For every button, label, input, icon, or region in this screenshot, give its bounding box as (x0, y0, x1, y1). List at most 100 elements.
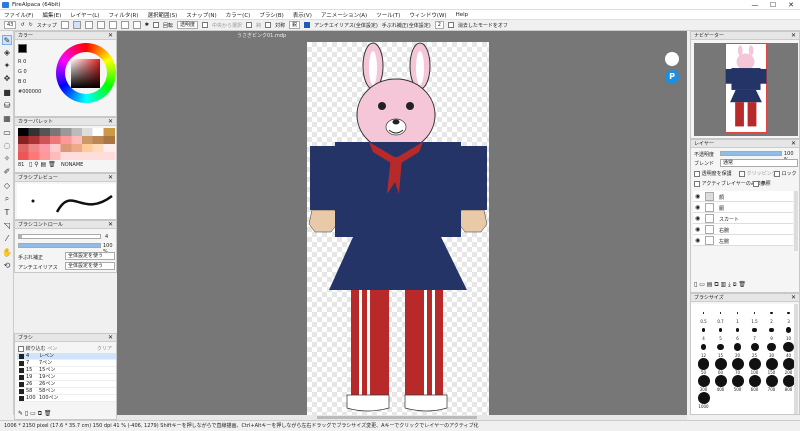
brush-size-dot[interactable] (697, 392, 710, 404)
menu-snap[interactable]: スナップ(N) (186, 11, 216, 19)
primary-color-swatch[interactable] (18, 44, 27, 53)
rotate-right-icon[interactable]: ↻ (29, 22, 33, 28)
list-item[interactable]: 26 26ペン (17, 381, 116, 388)
maximize-button[interactable]: ☐ (764, 0, 782, 10)
list-item[interactable]: 100 100ペン (17, 395, 116, 402)
filter-check[interactable] (18, 345, 24, 352)
document-canvas[interactable] (307, 42, 489, 415)
opacity-dropdown[interactable]: 透明度 (177, 21, 199, 29)
brush-size-dot[interactable] (785, 327, 792, 333)
brush-size-dot[interactable] (714, 375, 727, 387)
gradient-tool-icon[interactable]: ▦ (2, 114, 12, 124)
menu-select[interactable]: 選択範囲(S) (147, 11, 177, 19)
brush-size-dot[interactable] (770, 311, 773, 315)
brush-size-scrollbar[interactable] (794, 304, 798, 414)
menu-window[interactable]: ウィンドウ(W) (409, 11, 446, 19)
text-tool-icon[interactable]: T (2, 208, 12, 218)
brush-size-dot[interactable] (765, 375, 778, 387)
close-icon[interactable]: ✕ (791, 32, 796, 40)
layer-actions-icon[interactable]: ▯ ▭ ▤ ⧉ ▥ ⤓ ⧈ 🗑 (694, 281, 746, 289)
palette-swatches[interactable] (18, 128, 115, 160)
brush-size-dot[interactable] (697, 375, 710, 387)
brush-size-dot[interactable] (750, 343, 759, 351)
protect-alpha-check[interactable] (694, 170, 700, 177)
magic-wand-icon[interactable]: ✧ (2, 154, 12, 164)
close-icon[interactable]: ✕ (791, 140, 796, 148)
brush-size-dot[interactable] (702, 312, 705, 314)
layer-row[interactable]: ◉ 右腕 (693, 224, 793, 235)
layer-opacity-slider[interactable] (720, 151, 782, 156)
list-item[interactable]: 19 19ペン (17, 374, 116, 381)
snap-off-icon[interactable] (60, 21, 69, 29)
menu-help[interactable]: Help (456, 12, 469, 18)
mirror-check[interactable] (447, 22, 454, 28)
canvas-area[interactable]: うさぎピンク01.mdp P (117, 31, 687, 415)
stabilizer-dropdown[interactable]: 2 (434, 21, 444, 29)
eraser-tool-icon[interactable]: ◈ (2, 48, 12, 58)
move-tool-icon[interactable]: ✥ (2, 74, 12, 84)
close-icon[interactable]: ✕ (791, 294, 796, 302)
layer-row[interactable]: ◉ 左腕 (693, 235, 793, 246)
brush-size-dot[interactable] (697, 358, 710, 370)
rotate-tool-icon[interactable]: ⟲ (2, 261, 12, 271)
brush-actions-icon[interactable]: ✎ ▯ ▭ ⧉ 🗑 (18, 410, 52, 418)
brush-size-dot[interactable] (733, 343, 742, 351)
select-tool-icon[interactable]: ▭ (2, 128, 12, 138)
symmetry-dropdown[interactable]: 鋭 (289, 21, 301, 29)
menu-tools[interactable]: ツール(T) (376, 11, 400, 19)
brush-size-dot[interactable] (769, 327, 774, 333)
menu-view[interactable]: 表示(V) (293, 11, 312, 19)
symmetry-check[interactable] (265, 22, 272, 28)
share-icon[interactable]: P (665, 70, 679, 84)
snap-settings-icon[interactable]: ✱ (145, 22, 149, 28)
bucket-tool-icon[interactable]: ⛁ (2, 101, 12, 111)
close-button[interactable]: ✕ (782, 0, 800, 10)
brush-size-dot[interactable] (782, 358, 795, 370)
minimize-button[interactable]: — (746, 0, 764, 10)
close-icon[interactable]: ✕ (108, 334, 113, 342)
layer-row[interactable]: ◉ スカート (693, 213, 793, 224)
select-eraser-icon[interactable]: ◇ (2, 181, 12, 191)
brush-size-grid[interactable]: 0.5 0.7 1 1.5 2 3 4 5 6 7 9 10 12 15 20 25 30 40 50 60 70 100… (691, 304, 795, 414)
menu-file[interactable]: ファイル(F) (4, 11, 33, 19)
layer-scrollbar[interactable] (794, 191, 798, 251)
brush-opacity-slider[interactable] (18, 243, 101, 248)
brush-size-dot[interactable] (748, 375, 761, 387)
brush-size-dot[interactable] (748, 358, 761, 370)
hand-tool-icon[interactable]: ✋ (2, 248, 12, 258)
brush-size-dot[interactable] (731, 375, 744, 387)
antialias-dropdown[interactable]: 全体設定を使う (65, 262, 115, 270)
brush-size-slider[interactable] (18, 234, 101, 239)
menu-edit[interactable]: 編集(E) (42, 11, 61, 19)
snap-cross-icon[interactable] (84, 21, 93, 29)
lock-check[interactable] (774, 170, 780, 177)
brush-size-dot[interactable] (752, 327, 757, 333)
menu-animation[interactable]: アニメーション(A) (321, 11, 367, 19)
fill-tool-icon[interactable]: ■ (2, 88, 12, 98)
close-icon[interactable]: ✕ (108, 32, 113, 40)
brush-size-dot[interactable] (782, 375, 795, 387)
snap-circle-icon[interactable] (108, 21, 117, 29)
layer-row[interactable]: ◉ 胴 (693, 202, 793, 213)
snap-parallel-icon[interactable] (72, 21, 81, 29)
brush-tool-icon[interactable]: ✎ (2, 35, 12, 45)
menu-brush[interactable]: ブラシ(B) (259, 11, 283, 19)
zoom-field[interactable]: 43 (4, 21, 17, 29)
palette-add-icon[interactable]: ▯ ⚲ ▤ 🗑 (29, 161, 56, 168)
navigator-preview[interactable] (694, 43, 798, 136)
brush-size-dot[interactable] (719, 312, 722, 314)
stabilizer-dropdown[interactable]: 全体設定を使う (65, 252, 115, 260)
brush-size-dot[interactable] (736, 312, 739, 314)
close-icon[interactable]: ✕ (108, 221, 113, 229)
brush-size-dot[interactable] (714, 358, 727, 370)
zoom-tool-icon[interactable]: ⌕ (2, 194, 12, 204)
menu-layer[interactable]: レイヤー(L) (70, 11, 99, 19)
snap-3d-icon[interactable] (132, 21, 141, 29)
brush-size-dot[interactable] (787, 311, 790, 315)
brush-size-dot[interactable] (765, 358, 778, 370)
brush-size-dot[interactable] (717, 343, 724, 351)
blend-dropdown[interactable]: 通常 (720, 159, 798, 167)
select-pen-icon[interactable]: ✐ (2, 167, 12, 177)
list-item[interactable]: 7 7ペン (17, 360, 116, 367)
frame-tool-icon[interactable]: ◹ (2, 221, 12, 231)
